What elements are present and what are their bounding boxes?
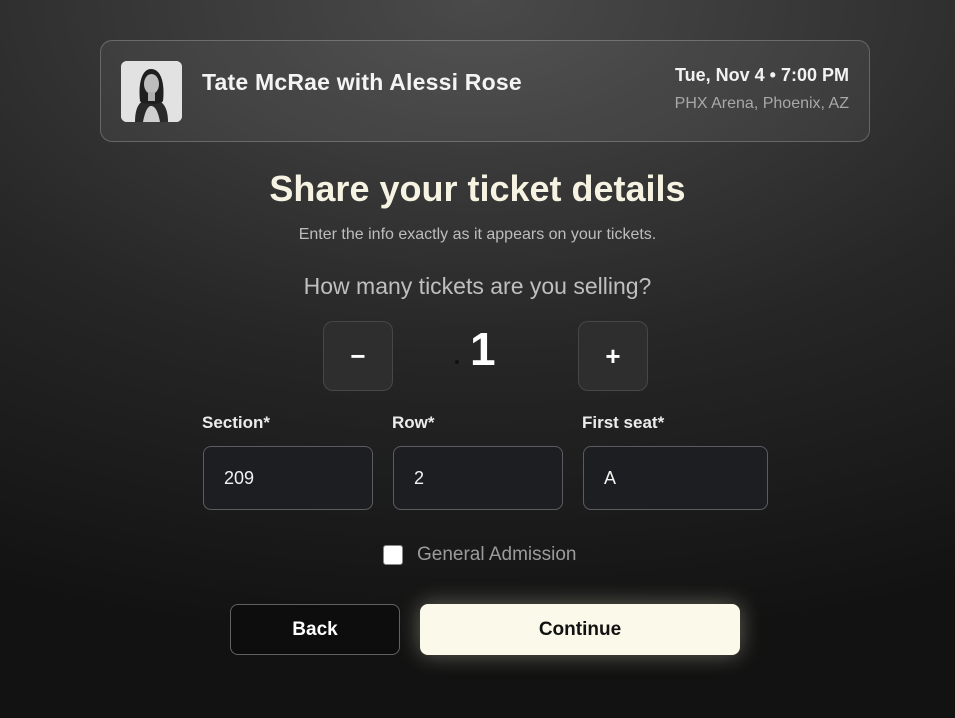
page-title: Share your ticket details: [269, 168, 686, 209]
event-venue: PHX Arena, Phoenix, AZ: [674, 95, 849, 112]
row-label: Row*: [392, 413, 435, 432]
first-seat-label: First seat*: [582, 413, 665, 432]
event-title: Tate McRae with Alessi Rose: [202, 69, 522, 95]
continue-button[interactable]: Continue: [420, 604, 740, 655]
event-card: Tate McRae with Alessi Rose Tue, Nov 4 •…: [100, 40, 870, 142]
event-date-time: Tue, Nov 4 • 7:00 PM: [674, 65, 849, 85]
ticket-quantity-value: 1: [470, 323, 496, 375]
back-button[interactable]: Back: [230, 604, 400, 655]
row-input[interactable]: [393, 446, 563, 510]
first-seat-input[interactable]: [583, 446, 768, 510]
artist-avatar: [121, 61, 182, 122]
artist-photo-icon: [121, 61, 182, 122]
general-admission-label: General Admission: [417, 544, 577, 565]
section-label: Section*: [202, 413, 271, 432]
section-input[interactable]: [203, 446, 373, 510]
increase-quantity-button[interactable]: +: [578, 321, 648, 391]
decrease-quantity-button[interactable]: −: [323, 321, 393, 391]
general-admission-checkbox[interactable]: [383, 545, 403, 565]
page-subtitle: Enter the info exactly as it appears on …: [298, 226, 657, 243]
ticket-count-question: How many tickets are you selling?: [303, 273, 652, 299]
general-admission-option[interactable]: General Admission: [383, 543, 576, 567]
quantity-dot-marker: [455, 360, 459, 364]
